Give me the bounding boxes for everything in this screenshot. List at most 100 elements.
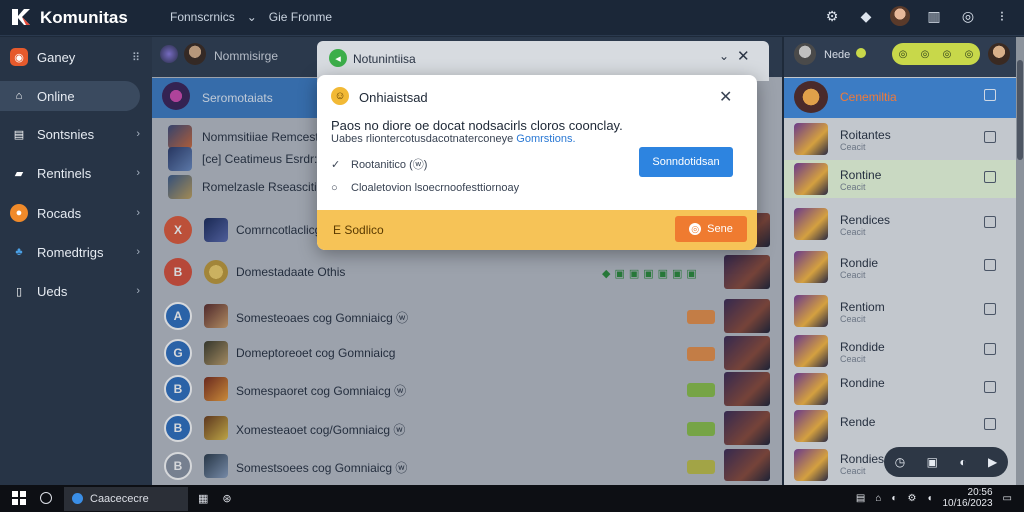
game-thumbnail xyxy=(794,373,828,405)
windows-start-icon[interactable] xyxy=(12,491,26,505)
user-avatar[interactable] xyxy=(794,43,816,65)
notification-center-icon[interactable]: ▭ xyxy=(1003,493,1012,504)
chat-icon[interactable]: ◐ xyxy=(959,455,966,469)
sidebar-item-label: Ueds xyxy=(37,283,68,299)
chevron-down-icon[interactable]: ⌄ xyxy=(247,10,257,24)
right-selected-band[interactable]: Cenemiltia xyxy=(784,78,1016,118)
option-label: Cloaletovion lsoecrnoofesttiornoay xyxy=(351,182,520,194)
item-sub: Ceacit xyxy=(840,354,866,364)
item-label: Rondie xyxy=(840,256,879,270)
band-avatar xyxy=(794,81,828,113)
chevron-right-icon: › xyxy=(136,285,140,297)
user-avatar[interactable] xyxy=(988,43,1010,65)
top-icons: ⚙ ◆ ▥ ◎ ⁝ xyxy=(822,6,1012,26)
screen-icon[interactable]: ▣ xyxy=(927,455,938,469)
game-thumbnail xyxy=(794,163,828,195)
sidebar-item-games[interactable]: ◉ Ganey ⠿ xyxy=(0,42,140,72)
menu-icon[interactable] xyxy=(984,171,996,183)
collapse-icon[interactable]: ⌄ xyxy=(719,49,729,63)
list-item[interactable]: Rende xyxy=(784,407,1016,445)
app-title: Komunitas xyxy=(40,8,128,27)
library-icon[interactable]: ▥ xyxy=(924,6,944,26)
timer-icon[interactable]: ◷ xyxy=(895,455,905,469)
item-sub: Ceacit xyxy=(840,142,866,152)
people-icon: ♣ xyxy=(15,246,23,258)
menu-icon[interactable] xyxy=(984,418,996,430)
volume-icon[interactable]: ◖ xyxy=(926,493,932,504)
list-item[interactable]: Rontine Ceacit xyxy=(784,160,1016,198)
menu-icon[interactable] xyxy=(984,89,996,101)
chevron-right-icon: › xyxy=(136,207,140,219)
list-item[interactable]: Rondie Ceacit xyxy=(784,248,1016,286)
close-icon[interactable]: ✕ xyxy=(719,87,732,107)
top-menu: Fonnscrnics ⌄ Gie Fronme xyxy=(170,10,332,24)
option-label: Rootanitico (ⓦ) xyxy=(351,159,428,171)
option-checked[interactable]: ✓ Rootanitico (ⓦ) xyxy=(331,156,427,172)
item-label: Rentiom xyxy=(840,300,885,314)
option-radio[interactable]: ○ Cloaletovion lsoecrnoofesttiornoay xyxy=(331,182,519,194)
game-thumbnail xyxy=(794,410,828,442)
scrollbar-thumb[interactable] xyxy=(1017,60,1023,160)
task-view-icon[interactable] xyxy=(40,492,52,504)
location-pin-icon[interactable]: ◆ xyxy=(856,6,876,26)
status-pill[interactable]: ◎ ◎ ◎ ◎ xyxy=(892,43,980,65)
user-avatar[interactable] xyxy=(890,6,910,26)
subtext-link[interactable]: Gomrstions. xyxy=(516,133,575,145)
close-icon[interactable]: ✕ xyxy=(737,47,750,65)
taskbar-search-text: Caacececre xyxy=(90,493,149,505)
save-button[interactable]: ◎ Sene xyxy=(675,216,747,242)
sidebar-item-online[interactable]: ⌂ Online xyxy=(0,81,140,111)
notification-dialog: ☺ Onhiaistsad ✕ Paos no diore oe docat n… xyxy=(317,75,757,250)
list-item[interactable]: Roitantes Ceacit xyxy=(784,120,1016,158)
tray-icon[interactable]: ◐ xyxy=(891,493,897,504)
tray-icon[interactable]: ⌂ xyxy=(875,493,881,504)
menu-icon[interactable] xyxy=(984,381,996,393)
app-icon[interactable]: ▦ xyxy=(198,492,208,505)
list-item[interactable]: Rondine xyxy=(784,370,1016,408)
list-item[interactable]: Rentiom Ceacit xyxy=(784,292,1016,330)
tray-icon[interactable]: ⚙ xyxy=(907,493,916,504)
menu-icon[interactable] xyxy=(984,216,996,228)
status-dot-icon xyxy=(856,48,866,58)
footer-label: E Sodlico xyxy=(333,223,384,237)
app-logo-icon[interactable] xyxy=(10,7,32,27)
save-icon: ◎ xyxy=(689,223,702,235)
top-menu-item-1[interactable]: Fonnscrnics xyxy=(170,10,235,24)
taskbar-search[interactable]: Caacececre xyxy=(64,487,188,511)
sidebar-item-ueds[interactable]: ▯ Ueds › xyxy=(0,276,140,306)
pill-icon: ◎ xyxy=(920,48,930,60)
play-icon[interactable]: ▶ xyxy=(988,455,997,469)
app-icon[interactable]: ⊛ xyxy=(222,492,231,505)
clock[interactable]: 20:56 10/16/2023 xyxy=(942,487,992,509)
menu-icon[interactable] xyxy=(984,259,996,271)
system-tray: ▤ ⌂ ◐ ⚙ ◖ 20:56 10/16/2023 ▭ xyxy=(856,487,1012,509)
sidebar-item-label: Rocads xyxy=(37,205,82,221)
settings-gear-icon[interactable]: ⚙ xyxy=(822,6,842,26)
top-menu-item-2[interactable]: Gie Fronme xyxy=(269,10,332,24)
list-item[interactable]: Rondide Ceacit xyxy=(784,332,1016,370)
primary-button[interactable]: Sonndotidsan xyxy=(639,147,733,177)
bell-icon: ◂ xyxy=(329,49,347,67)
sidebar-item-label: Ganey xyxy=(37,49,76,65)
item-sub: Ceacit xyxy=(840,314,866,324)
help-icon[interactable]: ◎ xyxy=(958,6,978,26)
list-item[interactable]: Rendices Ceacit xyxy=(784,205,1016,243)
checkmark-icon: ✓ xyxy=(331,159,341,171)
dialog-title: Onhiaistsad xyxy=(359,90,428,105)
item-label: Rondies xyxy=(840,452,885,466)
item-label: Rondide xyxy=(840,340,885,354)
sidebar-item-rocads[interactable]: ● Rocads › xyxy=(0,198,140,228)
sidebar-item-romedtrigs[interactable]: ♣ Romedtrigs › xyxy=(0,237,140,267)
item-sub: Ceacit xyxy=(840,227,866,237)
sidebar-item-sontsnies[interactable]: ▤ Sontsnies › xyxy=(0,119,140,149)
menu-icon[interactable] xyxy=(984,131,996,143)
sidebar-item-rentinels[interactable]: ▰ Rentinels › xyxy=(0,158,140,188)
save-label: Sene xyxy=(707,223,733,235)
menu-icon[interactable] xyxy=(984,343,996,355)
grid-icon[interactable]: ⠿ xyxy=(132,51,140,64)
menu-icon[interactable] xyxy=(984,303,996,315)
tray-icon[interactable]: ▤ xyxy=(856,493,865,504)
taskbar-apps: ▦ ⊛ xyxy=(198,492,232,505)
item-label: Roitantes xyxy=(840,128,891,142)
notifications-icon[interactable]: ⁝ xyxy=(992,6,1012,26)
